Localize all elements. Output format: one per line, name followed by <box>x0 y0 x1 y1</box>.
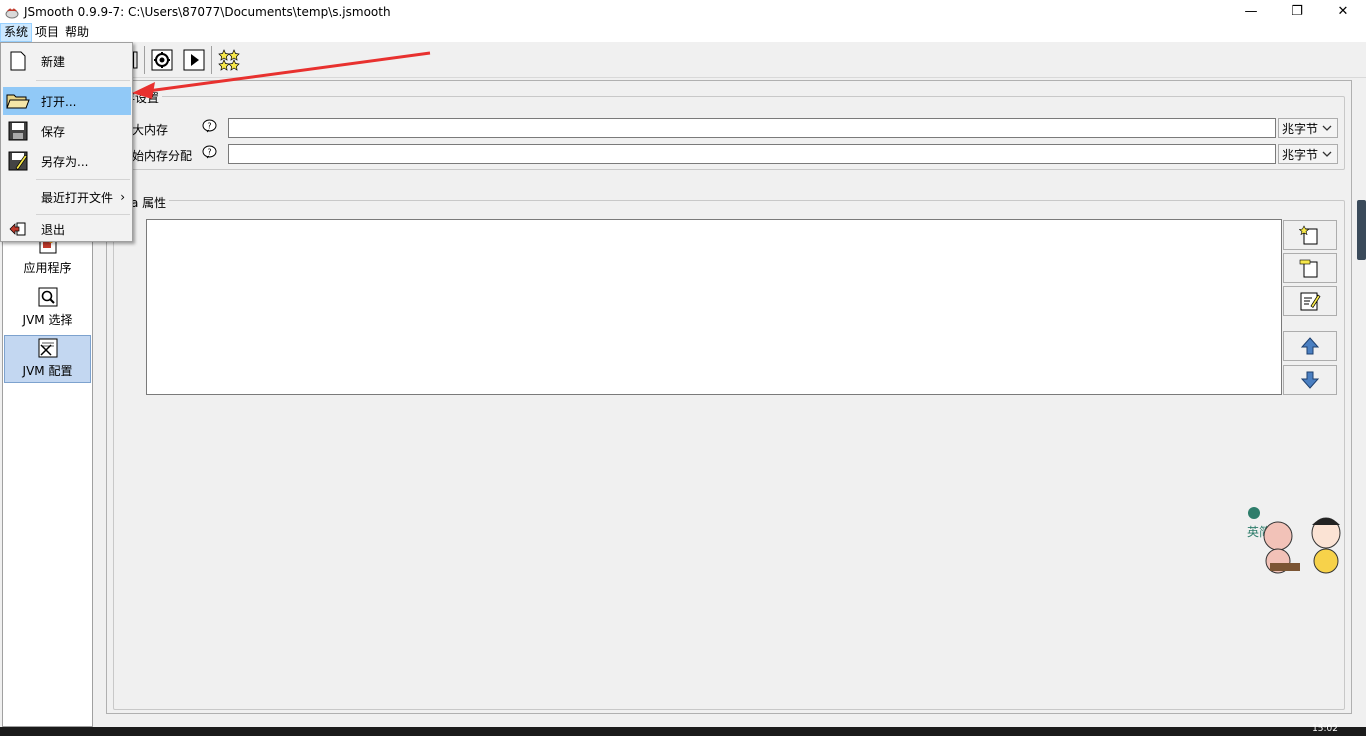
menu-item-label: 打开... <box>41 94 77 109</box>
chevron-down-icon <box>1322 125 1332 131</box>
properties-list[interactable] <box>146 219 1282 395</box>
chevron-down-icon <box>1322 151 1332 157</box>
group-title: a 属性 <box>128 194 170 211</box>
menu-item-label: 新建 <box>41 54 66 69</box>
sidebar-item-label: 应用程序 <box>23 261 72 275</box>
toolbar <box>0 42 1366 78</box>
toolbar-run-button[interactable] <box>182 48 206 72</box>
floating-widget[interactable] <box>1357 200 1366 260</box>
menu-separator <box>36 179 130 180</box>
sidebar-item-label: JVM 选择 <box>22 313 73 327</box>
system-menu-dropdown: 新建 打开... 保存 另存为... 最近打开文件 › 退出 <box>0 42 133 242</box>
menu-item-recent-files[interactable]: 最近打开文件 › <box>3 183 131 211</box>
title-bar: JSmooth 0.9.9-7: C:\Users\87077\Document… <box>0 0 1366 23</box>
move-down-button[interactable] <box>1283 365 1337 395</box>
edit-property-button[interactable] <box>1283 286 1337 316</box>
menu-item-label: 最近打开文件 <box>41 190 114 205</box>
minimize-button[interactable]: — <box>1228 0 1274 23</box>
jsmooth-app-icon[interactable] <box>4 4 20 20</box>
max-memory-input[interactable] <box>228 118 1276 138</box>
help-icon[interactable]: ? <box>202 119 217 134</box>
magnifier-icon <box>37 286 59 308</box>
toolbar-compile-button[interactable] <box>150 48 174 72</box>
menu-item-save-as[interactable]: 另存为... <box>3 147 131 175</box>
exit-icon <box>3 221 33 237</box>
initial-memory-unit-select[interactable]: 兆字节 <box>1278 144 1338 164</box>
add-property-icon <box>1299 225 1318 245</box>
menu-separator <box>36 80 130 81</box>
menu-item-new[interactable]: 新建 <box>3 47 131 75</box>
window-title: JSmooth 0.9.9-7: C:\Users\87077\Document… <box>24 4 391 19</box>
remove-property-button[interactable] <box>1283 253 1337 283</box>
arrow-up-icon <box>1300 337 1320 355</box>
save-icon <box>3 121 33 141</box>
select-value: 兆字节 <box>1282 147 1319 162</box>
play-icon <box>183 49 205 71</box>
menu-item-label: 另存为... <box>41 154 89 169</box>
arrow-down-icon <box>1300 371 1320 389</box>
sidebar-item-jvm-select[interactable]: JVM 选择 <box>4 283 91 331</box>
initial-memory-input[interactable] <box>228 144 1276 164</box>
menu-item-exit[interactable]: 退出 <box>3 215 131 243</box>
chevron-right-icon: › <box>120 190 125 204</box>
menu-help[interactable]: 帮助 <box>62 23 92 42</box>
toolbar-wizard-button[interactable] <box>217 48 241 72</box>
restore-button[interactable]: ❐ <box>1274 0 1320 23</box>
toolbar-separator <box>144 46 145 74</box>
menu-bar: 系统 项目 帮助 <box>0 23 1366 42</box>
svg-text:?: ? <box>207 122 211 131</box>
close-button[interactable]: ✕ <box>1320 0 1366 23</box>
toolbar-separator <box>211 46 212 74</box>
stars-icon <box>218 49 240 71</box>
taskbar-clock: 15:02 <box>1312 724 1338 734</box>
max-memory-label: 大内存 <box>132 123 169 137</box>
add-property-button[interactable] <box>1283 220 1337 250</box>
cartoon-sticker[interactable]: 英简 <box>1240 503 1345 578</box>
menu-project[interactable]: 项目 <box>32 23 62 42</box>
help-icon[interactable]: ? <box>202 145 217 160</box>
save-as-icon <box>3 151 33 171</box>
menu-item-save[interactable]: 保存 <box>3 117 131 145</box>
menu-item-label: 保存 <box>41 124 66 139</box>
menu-item-open[interactable]: 打开... <box>3 87 131 115</box>
sidebar-item-jvm-config[interactable]: JVM 配置 <box>4 335 91 383</box>
new-file-icon <box>3 50 33 72</box>
gear-icon <box>151 49 173 71</box>
initial-memory-label: 始内存分配 <box>132 149 193 163</box>
main-panel: 存设置 大内存 ? 兆字节 始内存分配 ? 兆字节 a 属性 <box>106 80 1352 714</box>
edit-icon <box>1300 292 1321 311</box>
taskbar: 15:02 <box>0 724 1366 736</box>
open-folder-icon <box>3 92 33 110</box>
menu-item-label: 退出 <box>41 222 66 237</box>
select-value: 兆字节 <box>1282 121 1319 136</box>
sidebar-item-label: JVM 配置 <box>22 364 73 378</box>
remove-property-icon <box>1299 259 1318 278</box>
move-up-button[interactable] <box>1283 331 1337 361</box>
jvm-config-icon <box>37 337 59 359</box>
max-memory-unit-select[interactable]: 兆字节 <box>1278 118 1338 138</box>
menu-system[interactable]: 系统 <box>0 23 33 42</box>
svg-text:?: ? <box>207 148 211 157</box>
